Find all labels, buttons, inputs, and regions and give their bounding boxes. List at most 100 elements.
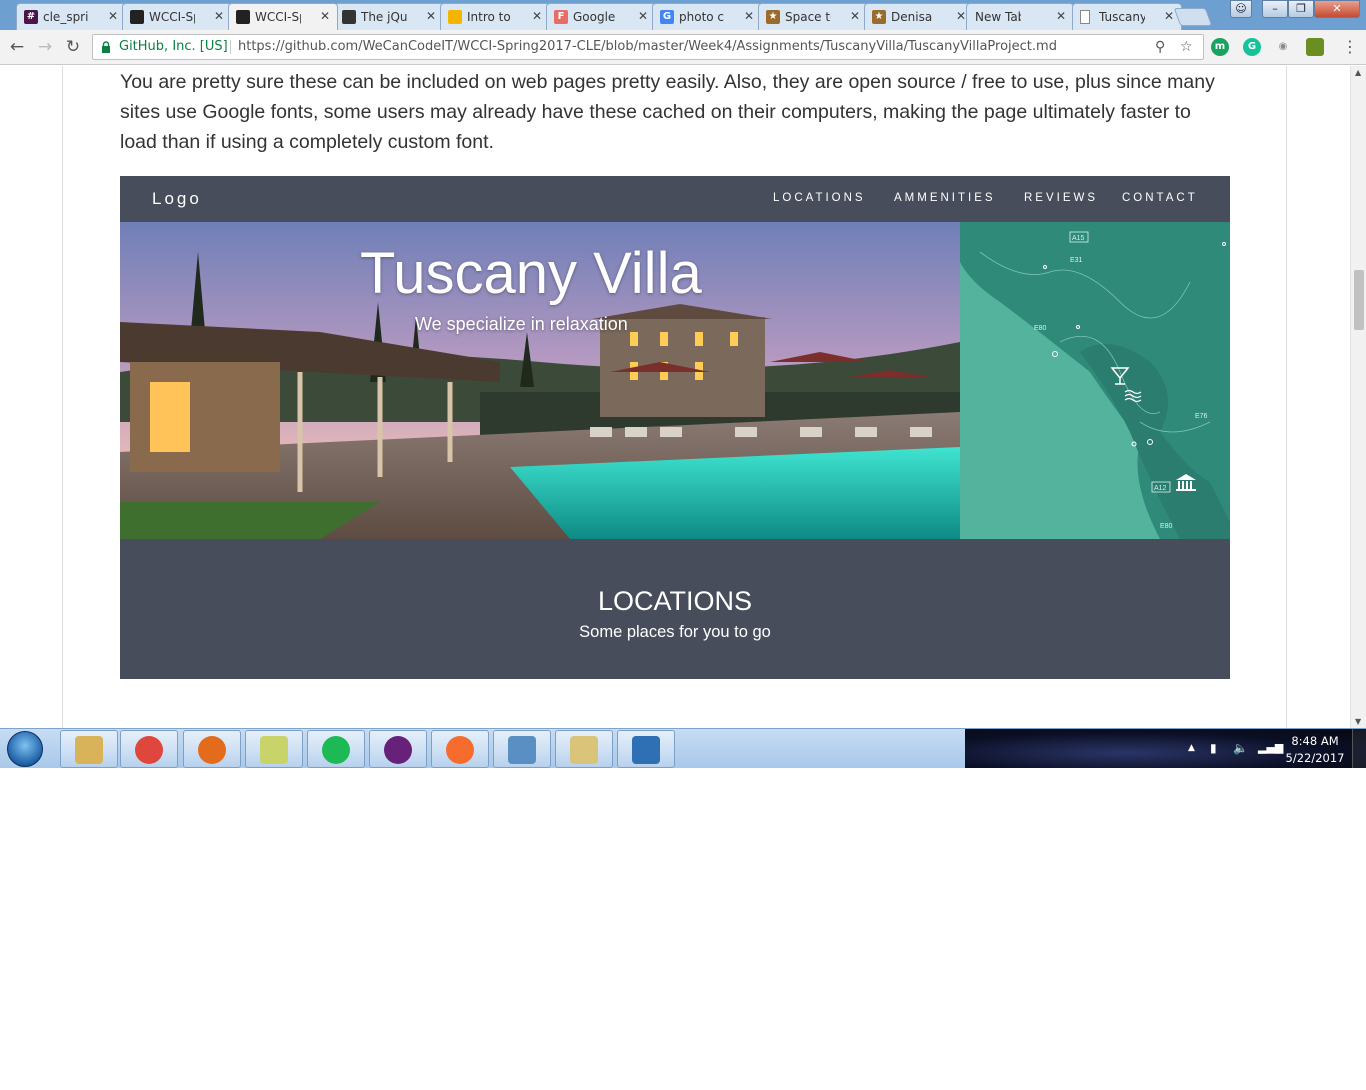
clock-time[interactable]: 8:48 AM xyxy=(1288,734,1342,748)
volume-icon[interactable]: 🔈 xyxy=(1233,741,1248,755)
tab-close-icon[interactable]: ✕ xyxy=(744,9,754,23)
page-scrollbar[interactable]: ▲ ▼ xyxy=(1350,66,1366,728)
bookmark-star-icon[interactable]: ☆ xyxy=(1180,35,1193,59)
tab-close-icon[interactable]: ✕ xyxy=(1056,9,1066,23)
forward-arrow-icon[interactable]: → xyxy=(34,37,56,57)
browser-tab[interactable]: WCCI-Sp ✕ xyxy=(122,3,232,30)
taskbar-button[interactable] xyxy=(431,730,489,768)
tab-close-icon[interactable]: ✕ xyxy=(638,9,648,23)
minimize-button[interactable]: – xyxy=(1262,0,1288,18)
mockup-nav-reviews: REVIEWS xyxy=(1024,192,1099,204)
windows-taskbar: ▲ ▮ 🔈 ▂▄▆ 8:48 AM 5/22/2017 xyxy=(0,728,1366,768)
taskbar-button[interactable] xyxy=(245,730,303,768)
taskbar-button[interactable] xyxy=(307,730,365,768)
mockup-logo: Logo xyxy=(152,189,202,208)
show-hidden-icons-icon[interactable]: ▲ xyxy=(1188,743,1195,753)
villa-hero-photo: Tuscany Villa We specialize in relaxatio… xyxy=(120,222,960,539)
scrollbar-thumb[interactable] xyxy=(1354,270,1364,330)
page-viewport: You are pretty sure these can be include… xyxy=(0,66,1350,728)
browser-tab-strip: #cle_sprin✕WCCI-Sp✕WCCI-Sp✕The jQu✕Intro… xyxy=(0,0,1366,30)
star-icon: ★ xyxy=(872,10,886,24)
google-icon: G xyxy=(660,10,674,24)
scroll-down-arrow-icon[interactable]: ▼ xyxy=(1355,717,1361,726)
browser-tab[interactable]: Tuscany ✕ xyxy=(1072,3,1182,30)
mockup-hero-title: Tuscany Villa xyxy=(360,241,702,306)
content-border xyxy=(1286,66,1287,728)
show-desktop-button[interactable] xyxy=(1352,729,1366,768)
tab-close-icon[interactable]: ✕ xyxy=(1164,9,1174,23)
url-divider xyxy=(230,40,231,54)
extension-gray-icon[interactable]: ◉ xyxy=(1274,38,1292,56)
mockup-section-title: LOCATIONS xyxy=(597,586,753,616)
chrome-menu-icon[interactable]: ⋮ xyxy=(1342,37,1358,56)
scroll-up-arrow-icon[interactable]: ▲ xyxy=(1355,68,1361,77)
tab-title: WCCI-Sp xyxy=(255,10,301,24)
start-button[interactable] xyxy=(7,731,43,767)
mockup-locations-section: LOCATIONS Some places for you to go xyxy=(120,539,1230,679)
locations-map: A15 E31 E80 E76 A12 E80 xyxy=(960,222,1230,539)
taskbar-button[interactable] xyxy=(120,730,178,768)
slack-icon: # xyxy=(24,10,38,24)
tab-close-icon[interactable]: ✕ xyxy=(532,9,542,23)
reload-icon[interactable]: ↻ xyxy=(62,37,84,57)
tab-title: Intro to j xyxy=(467,10,513,24)
star-icon: ★ xyxy=(766,10,780,24)
close-window-button[interactable]: ✕ xyxy=(1314,0,1360,18)
browser-tab[interactable]: The jQu ✕ xyxy=(334,3,444,30)
tab-close-icon[interactable]: ✕ xyxy=(850,9,860,23)
mockup-hero-subtitle: We specialize in relaxation xyxy=(415,314,628,334)
mockup-nav-ammenities: AMMENITIES xyxy=(894,192,996,204)
taskbar-button[interactable] xyxy=(369,730,427,768)
taskbar-button[interactable] xyxy=(555,730,613,768)
taskbar-button[interactable] xyxy=(493,730,551,768)
security-label: GitHub, Inc. [US] xyxy=(119,39,228,54)
browser-tab[interactable]: ★ Denisa I ✕ xyxy=(864,3,974,30)
github-icon xyxy=(130,10,144,24)
grammarly-icon[interactable]: G xyxy=(1243,38,1261,56)
browser-tab[interactable]: Intro to j ✕ xyxy=(440,3,550,30)
paint-icon xyxy=(570,736,598,764)
mockup-nav-locations: LOCATIONS xyxy=(773,192,866,204)
profile-icon[interactable]: ☺ xyxy=(1230,0,1252,18)
taskbar-button[interactable] xyxy=(183,730,241,768)
browser-tab[interactable]: # cle_sprin ✕ xyxy=(16,3,126,30)
extension-m-icon[interactable]: m xyxy=(1211,38,1229,56)
browser-tab[interactable]: Gphoto cr ✕ xyxy=(652,3,762,30)
map-road-label: E80 xyxy=(1160,523,1173,530)
maximize-button[interactable]: ❐ xyxy=(1288,0,1314,18)
mockup-nav-contact: CONTACT xyxy=(1122,192,1198,204)
map-road-label: E80 xyxy=(1034,325,1047,332)
network-signal-icon[interactable]: ▂▄▆ xyxy=(1258,741,1283,754)
extension-plant-icon[interactable] xyxy=(1306,38,1324,56)
mockup-navbar: Logo LOCATIONS AMMENITIES REVIEWS CONTAC… xyxy=(120,176,1230,222)
browser-tab[interactable]: WCCI-Sp ✕ xyxy=(228,3,338,30)
browser-tab[interactable]: New Tab ✕ xyxy=(966,3,1074,30)
lock-icon xyxy=(102,41,110,53)
clock-date[interactable]: 5/22/2017 xyxy=(1284,751,1346,765)
map-road-label: E76 xyxy=(1195,413,1208,420)
address-bar[interactable]: GitHub, Inc. [US] https://github.com/WeC… xyxy=(92,34,1204,60)
battery-icon[interactable]: ▮ xyxy=(1210,741,1217,755)
tab-close-icon[interactable]: ✕ xyxy=(214,9,224,23)
url-text[interactable]: https://github.com/WeCanCodeIT/WCCI-Spri… xyxy=(238,35,1057,59)
tab-close-icon[interactable]: ✕ xyxy=(320,9,330,23)
back-arrow-icon[interactable]: ← xyxy=(6,37,28,57)
map-road-label: A15 xyxy=(1072,235,1085,242)
taskbar-button[interactable] xyxy=(60,730,118,768)
map-illustration: A15 E31 E80 E76 A12 E80 xyxy=(960,222,1230,539)
sticky-notes-icon xyxy=(260,736,288,764)
browser-tab[interactable]: ★ Space to ✕ xyxy=(758,3,868,30)
new-tab-button[interactable] xyxy=(1173,8,1213,26)
tab-close-icon[interactable]: ✕ xyxy=(426,9,436,23)
firefox-icon xyxy=(198,736,226,764)
snipping-tool-icon xyxy=(508,736,536,764)
tab-title: WCCI-Sp xyxy=(149,10,195,24)
tab-close-icon[interactable]: ✕ xyxy=(956,9,966,23)
tab-close-icon[interactable]: ✕ xyxy=(108,9,118,23)
taskbar-button[interactable] xyxy=(617,730,675,768)
tab-title: New Tab xyxy=(975,10,1021,24)
tab-title: photo cr xyxy=(679,10,725,24)
tab-title: Space to xyxy=(785,10,831,24)
zoom-icon[interactable]: ⚲ xyxy=(1155,35,1165,59)
browser-tab[interactable]: F Google I ✕ xyxy=(546,3,656,30)
